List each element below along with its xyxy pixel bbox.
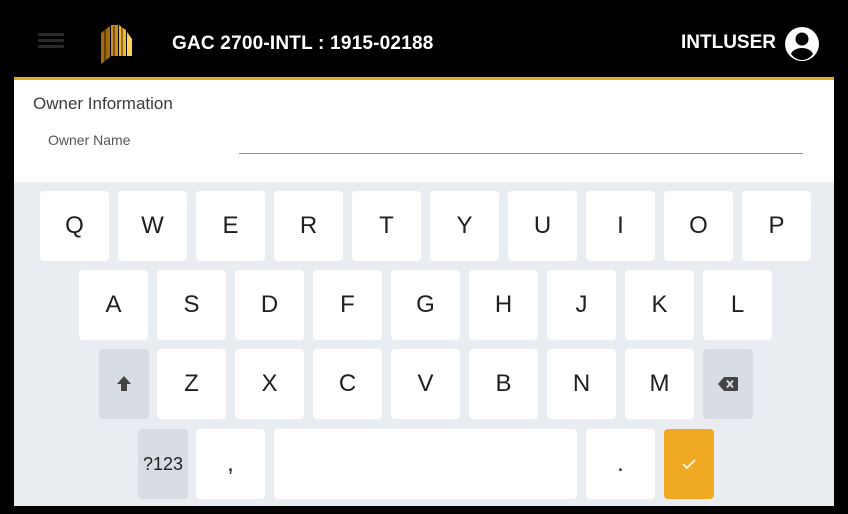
key-w[interactable]: W [118,191,187,261]
shift-key[interactable] [99,349,149,419]
key-x[interactable]: X [235,349,304,419]
on-screen-keyboard: Q W E R T Y U I O P A S D F G H J K L Z … [14,182,834,506]
backspace-key[interactable] [703,349,753,419]
key-i[interactable]: I [586,191,655,261]
shift-arrow-icon [117,376,131,391]
key-r[interactable]: R [274,191,343,261]
key-b[interactable]: B [469,349,538,419]
key-o[interactable]: O [664,191,733,261]
account-circle-icon[interactable] [784,26,820,62]
key-g[interactable]: G [391,270,460,340]
key-e[interactable]: E [196,191,265,261]
enter-key[interactable] [664,429,714,499]
key-t[interactable]: T [352,191,421,261]
key-s[interactable]: S [157,270,226,340]
device-title: GAC 2700-INTL : 1915-02188 [172,33,434,54]
app-frame: GAC 2700-INTL : 1915-02188 INTLUSER Owne… [14,14,834,506]
accent-divider [14,77,834,80]
key-u[interactable]: U [508,191,577,261]
owner-name-label: Owner Name [48,132,131,148]
top-app-bar: GAC 2700-INTL : 1915-02188 INTLUSER [14,14,834,77]
key-l[interactable]: L [703,270,772,340]
key-j[interactable]: J [547,270,616,340]
hamburger-menu-icon[interactable] [38,30,64,54]
owner-name-input[interactable] [239,131,803,154]
key-q[interactable]: Q [40,191,109,261]
key-a[interactable]: A [79,270,148,340]
key-h[interactable]: H [469,270,538,340]
symbols-key[interactable]: ?123 [138,429,188,499]
key-p[interactable]: P [742,191,811,261]
key-f[interactable]: F [313,270,382,340]
space-key[interactable] [274,429,577,499]
key-n[interactable]: N [547,349,616,419]
period-key[interactable]: . [586,429,655,499]
company-logo [101,25,132,64]
backspace-icon [718,377,738,391]
username-label: INTLUSER [681,32,776,53]
checkmark-icon [682,459,696,469]
key-k[interactable]: K [625,270,694,340]
key-y[interactable]: Y [430,191,499,261]
key-v[interactable]: V [391,349,460,419]
section-title: Owner Information [33,94,173,113]
key-m[interactable]: M [625,349,694,419]
key-d[interactable]: D [235,270,304,340]
key-c[interactable]: C [313,349,382,419]
comma-key[interactable]: , [196,429,265,499]
key-z[interactable]: Z [157,349,226,419]
